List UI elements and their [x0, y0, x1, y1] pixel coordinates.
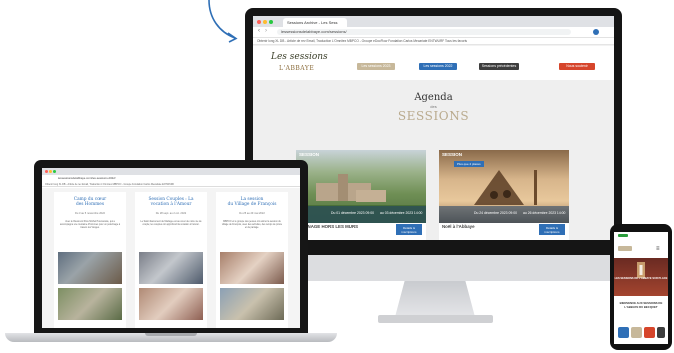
- nav-sessions-2023[interactable]: Les sessions 2023: [357, 63, 395, 70]
- column-title: Camp du cœur des Hommes: [73, 197, 107, 208]
- address-bar[interactable]: lessessionsdelabbaye.com/les-sessions-20…: [42, 175, 300, 182]
- menu-icon[interactable]: ≡: [656, 246, 660, 252]
- site-header: Les sessions L'ABBAYE Les sessions 2023 …: [253, 46, 614, 80]
- details-button[interactable]: Détails & inscriptions: [396, 224, 422, 235]
- crowd-photo: [220, 252, 284, 284]
- column-date: Du 25 au 29 mai 2022: [239, 212, 265, 215]
- calendar-icon[interactable]: [618, 327, 629, 338]
- browser-tabbar: [42, 168, 300, 175]
- logo-line1: Les sessions: [271, 52, 328, 62]
- group-photo: [58, 252, 122, 284]
- address-bar[interactable]: lessessionsdelabbaye.com/sessions/: [277, 29, 571, 35]
- building-photo: [220, 288, 284, 320]
- agenda-sessions: SESSIONS: [397, 109, 470, 123]
- bookmarks-bar[interactable]: Obtenir long XL DB - Article de rev Emai…: [42, 182, 300, 187]
- heart-icon[interactable]: [631, 327, 642, 338]
- session-tag: SESSION: [442, 152, 463, 157]
- session-column: La session du Village de François Du 25 a…: [216, 192, 288, 328]
- curved-arrow-icon: [208, 0, 238, 43]
- session-date-end: au 26 décembre 2023 14:00: [523, 211, 566, 215]
- session-date-start: Du 24 décembre 2023 09:00: [474, 211, 517, 215]
- profile-avatar[interactable]: [593, 29, 599, 35]
- agenda-title: Agenda: [414, 92, 453, 103]
- session-column: Camp du cœur des Hommes Du 3 au 5 novembr…: [54, 192, 126, 328]
- nav-sessions-2022[interactable]: Les sessions 2022: [419, 63, 457, 70]
- session-title: Noël à l'Abbaye: [442, 224, 475, 229]
- status-pill: [618, 234, 628, 237]
- logo: [618, 246, 632, 251]
- session-date-end: au 03 décembre 2023 14:00: [380, 211, 423, 215]
- back-icon[interactable]: ‹: [258, 28, 260, 34]
- logo-line2: L'ABBAYE: [279, 65, 315, 72]
- close-window-icon[interactable]: [45, 170, 48, 173]
- forward-icon[interactable]: ›: [265, 28, 267, 34]
- phone-icon[interactable]: [657, 327, 665, 338]
- close-window-icon[interactable]: [257, 20, 261, 24]
- minimize-window-icon[interactable]: [263, 20, 267, 24]
- laptop-notch: [145, 333, 197, 336]
- imac-stand: [395, 281, 475, 317]
- session-card[interactable]: SESSION Plus que 2 places Du 24 décembre…: [439, 150, 569, 240]
- column-title: La session du Village de François: [227, 197, 277, 208]
- bookmarks-bar[interactable]: Obtenir long XL DB - Article de rev Emai…: [253, 38, 614, 45]
- browser-toolbar: ‹ › lessessionsdelabbaye.com/sessions/: [253, 27, 614, 38]
- couples-photo: [139, 252, 203, 284]
- places-badge: Plus que 2 places: [454, 161, 484, 167]
- nav-previous-sessions[interactable]: Sessions précédentes: [479, 63, 519, 70]
- column-text: Le Saint-Sacrement de Mariage est au cœu…: [140, 221, 202, 227]
- welcome-heading: BIENVENUE AUX SESSIONS DE L'ABBAYE DU BE…: [619, 301, 663, 309]
- phone-header: ≡: [614, 240, 668, 259]
- column-text: Avec le Révérend Père Michel Poumarède, …: [59, 221, 121, 230]
- hero-text: LES SESSIONS DE L'ABBAYE SUR PLACE: [614, 277, 668, 280]
- session-tag: SESSION: [299, 152, 320, 157]
- nav-support-us[interactable]: Nous soutenir: [559, 63, 595, 70]
- minimize-window-icon[interactable]: [49, 170, 52, 173]
- gift-icon[interactable]: [644, 327, 655, 338]
- imac-foot: [378, 315, 493, 323]
- session-card[interactable]: SESSION Du 01 décembre 2023 09:00 au 03 …: [296, 150, 426, 240]
- column-text: MBPCO et le groupe des jeunes ont animé …: [221, 221, 283, 230]
- column-date: Du 28 sept. au 2 oct. 2022: [155, 212, 187, 215]
- column-date: Du 3 au 5 novembre 2022: [75, 212, 105, 215]
- phone-status-bar: [614, 232, 668, 240]
- session-column: Session Couples : La vocation à l'Amour D…: [135, 192, 207, 328]
- column-title: Session Couples : La vocation à l'Amour: [148, 197, 194, 208]
- outdoor-photo: [58, 288, 122, 320]
- phone-screen: ≡ LES SESSIONS DE L'ABBAYE SUR PLACE BIE…: [614, 232, 668, 344]
- laptop-screen: lessessionsdelabbaye.com/les-sessions-20…: [42, 168, 300, 328]
- maximize-window-icon[interactable]: [53, 170, 56, 173]
- group-photo: [139, 288, 203, 320]
- browser-tab[interactable]: Sessions Archive - Les Sess: [283, 18, 347, 27]
- sessions-page: Camp du cœur des Hommes Du 3 au 5 novembr…: [42, 188, 300, 328]
- browser-tabbar: Sessions Archive - Les Sess: [253, 16, 614, 27]
- details-button[interactable]: Détails & inscriptions: [539, 224, 565, 235]
- session-date-start: Du 01 décembre 2023 09:00: [331, 211, 374, 215]
- maximize-window-icon[interactable]: [269, 20, 273, 24]
